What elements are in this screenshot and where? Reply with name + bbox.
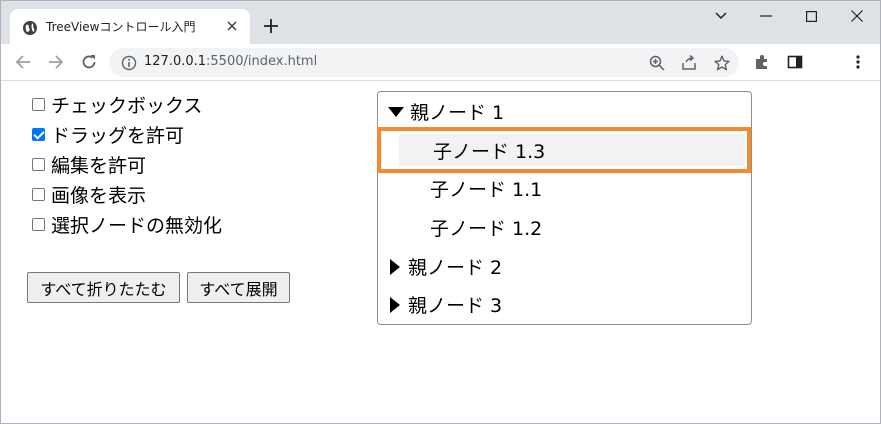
menu-kebab-icon[interactable]	[847, 51, 869, 73]
node-label: 親ノード 1	[410, 102, 505, 124]
checkbox-checked[interactable]	[32, 127, 45, 141]
option-label: 画像を表示	[51, 184, 147, 207]
node-label: 子ノード 1.3	[433, 140, 546, 163]
checkbox[interactable]	[32, 187, 45, 201]
node-label: 子ノード 1.1	[430, 179, 543, 201]
browser-window: TreeViewコントロール入門 127.0.0.1:5500/index.ht…	[0, 0, 881, 424]
url-text: 127.0.0.1:5500/index.html	[144, 54, 318, 69]
option-show-images[interactable]: 画像を表示	[32, 182, 147, 207]
tree-node-parent-2[interactable]: 親ノード 2	[378, 247, 751, 286]
option-label: ドラッグを許可	[51, 124, 185, 147]
side-panel-icon[interactable]	[784, 51, 806, 73]
extensions-icon[interactable]	[751, 51, 773, 73]
tree-node-child-1-2[interactable]: 子ノード 1.2	[378, 208, 751, 247]
collapse-all-button[interactable]: すべて折りたたむ	[27, 272, 180, 303]
close-tab-icon[interactable]	[224, 18, 240, 34]
tree-node-child-1-3[interactable]: 子ノード 1.3	[399, 134, 745, 166]
close-window-icon[interactable]	[842, 5, 872, 27]
tab-search-icon[interactable]	[706, 5, 736, 27]
site-info-icon[interactable]	[121, 55, 137, 71]
bookmark-star-icon[interactable]	[712, 53, 732, 73]
address-bar[interactable]: 127.0.0.1:5500/index.html	[109, 48, 739, 77]
back-icon[interactable]	[11, 50, 35, 74]
expand-all-button[interactable]: すべて展開	[187, 272, 290, 303]
browser-toolbar: 127.0.0.1:5500/index.html	[1, 44, 880, 81]
tree-node-parent-3[interactable]: 親ノード 3	[378, 285, 751, 324]
option-label: 編集を許可	[51, 154, 147, 177]
option-allow-edit[interactable]: 編集を許可	[32, 152, 147, 177]
collapsed-caret-icon[interactable]	[390, 296, 400, 313]
tree-node-child-1-1[interactable]: 子ノード 1.1	[378, 169, 751, 208]
selected-node-highlight: 子ノード 1.3	[377, 127, 751, 173]
new-tab-icon[interactable]	[260, 15, 282, 37]
checkbox[interactable]	[32, 217, 45, 231]
node-label: 親ノード 3	[408, 295, 503, 317]
option-allow-drag[interactable]: ドラッグを許可	[32, 122, 185, 147]
node-label: 親ノード 2	[408, 257, 503, 279]
option-label: チェックボックス	[51, 94, 203, 117]
expanded-caret-icon[interactable]	[388, 106, 404, 117]
option-disable-selected[interactable]: 選択ノードの無効化	[32, 212, 223, 237]
minimize-icon[interactable]	[751, 5, 781, 27]
option-label: 選択ノードの無効化	[51, 214, 223, 237]
tab-title: TreeViewコントロール入門	[46, 20, 196, 34]
tab-strip: TreeViewコントロール入門	[1, 1, 880, 44]
globe-icon	[22, 20, 38, 36]
checkbox[interactable]	[32, 97, 45, 111]
collapsed-caret-icon[interactable]	[390, 258, 400, 275]
share-icon[interactable]	[679, 53, 699, 73]
checkbox[interactable]	[32, 157, 45, 171]
zoom-icon[interactable]	[647, 53, 667, 73]
forward-icon[interactable]	[44, 50, 68, 74]
node-label: 子ノード 1.2	[430, 218, 543, 240]
tree-node-parent-1[interactable]: 親ノード 1	[378, 92, 751, 131]
browser-tab[interactable]: TreeViewコントロール入門	[10, 9, 250, 44]
page-content: チェックボックス ドラッグを許可 編集を許可 画像を表示 選択ノードの無効化 す…	[1, 82, 880, 423]
maximize-icon[interactable]	[796, 5, 826, 27]
reload-icon[interactable]	[77, 50, 101, 74]
option-checkbox-mode[interactable]: チェックボックス	[32, 92, 203, 117]
